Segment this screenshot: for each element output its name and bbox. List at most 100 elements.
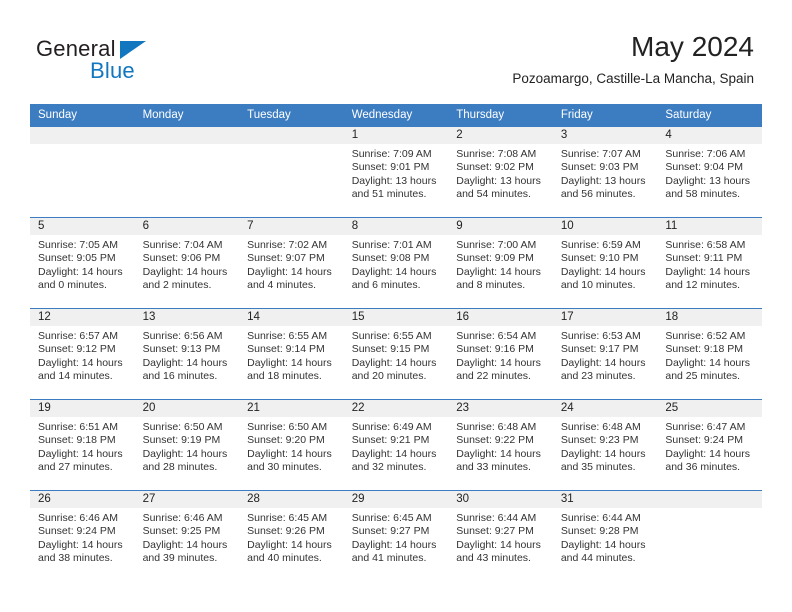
calendar-day-cell[interactable]: 29 Sunrise: 6:45 AM Sunset: 9:27 PM Dayligh…: [343, 490, 449, 581]
sunrise-text: Sunrise: 6:44 AM: [560, 512, 641, 524]
calendar-week-row: 19 Sunrise: 6:51 AM Sunset: 9:18 PM Dayligh…: [30, 399, 762, 491]
day-number: 17: [552, 309, 658, 326]
day-cell-inner: 25 Sunrise: 6:47 AM Sunset: 9:24 PM Dayligh…: [657, 400, 762, 490]
sunrise-text: Sunrise: 6:57 AM: [38, 330, 118, 342]
day-details: Sunrise: 6:50 AM Sunset: 9:19 PM Daylight:…: [135, 417, 240, 475]
calendar-day-cell[interactable]: 20 Sunrise: 6:50 AM Sunset: 9:19 PM Dayligh…: [134, 399, 240, 491]
day-cell-inner: 20 Sunrise: 6:50 AM Sunset: 9:19 PM Dayligh…: [134, 400, 240, 490]
calendar-day-cell[interactable]: 1 Sunrise: 7:09 AM Sunset: 9:01 PM Daylight…: [343, 126, 449, 218]
day-number: 15: [343, 309, 449, 326]
calendar-day-cell[interactable]: 19 Sunrise: 6:51 AM Sunset: 9:18 PM Dayligh…: [30, 399, 135, 491]
day-cell-inner: 23 Sunrise: 6:48 AM Sunset: 9:22 PM Dayligh…: [448, 400, 553, 490]
daylight-text-line1: Daylight: 14 hours: [38, 538, 123, 551]
sunrise-text: Sunrise: 6:52 AM: [665, 330, 746, 342]
calendar-day-cell[interactable]: 12 Sunrise: 6:57 AM Sunset: 9:12 PM Dayligh…: [30, 308, 135, 400]
day-number: [239, 127, 344, 144]
calendar-day-cell[interactable]: 16 Sunrise: 6:54 AM Sunset: 9:16 PM Dayligh…: [448, 308, 553, 400]
sunrise-text: Sunrise: 6:59 AM: [560, 239, 641, 251]
day-number: 21: [239, 400, 344, 417]
sunset-text: Sunset: 9:27 PM: [351, 525, 430, 538]
sunrise-text: Sunrise: 7:06 AM: [665, 148, 746, 160]
sunrise-text: Sunrise: 6:50 AM: [142, 421, 223, 433]
day-details: Sunrise: 6:52 AM Sunset: 9:18 PM Daylight:…: [657, 326, 762, 384]
daylight-text-line2: and 22 minutes.: [456, 370, 531, 383]
day-details: Sunrise: 7:02 AM Sunset: 9:07 PM Daylight:…: [239, 235, 344, 293]
logo-text-general: General: [36, 36, 116, 61]
calendar-day-cell[interactable]: 4 Sunrise: 7:06 AM Sunset: 9:04 PM Daylight…: [657, 126, 762, 218]
day-details: Sunrise: 7:05 AM Sunset: 9:05 PM Daylight:…: [30, 235, 135, 293]
daylight-text-line2: and 30 minutes.: [247, 461, 322, 474]
sunset-text: Sunset: 9:23 PM: [560, 434, 639, 447]
calendar-day-cell[interactable]: 26 Sunrise: 6:46 AM Sunset: 9:24 PM Dayligh…: [30, 490, 135, 581]
daylight-text-line1: Daylight: 14 hours: [38, 447, 123, 460]
day-number: 4: [657, 127, 762, 144]
day-number: 18: [657, 309, 762, 326]
calendar-day-cell[interactable]: 17 Sunrise: 6:53 AM Sunset: 9:17 PM Dayligh…: [552, 308, 658, 400]
weekday-header-thursday: Thursday: [448, 104, 553, 127]
day-cell-inner: 4 Sunrise: 7:06 AM Sunset: 9:04 PM Daylight…: [657, 127, 762, 217]
daylight-text-line1: Daylight: 14 hours: [456, 265, 541, 278]
calendar-body: 1 Sunrise: 7:09 AM Sunset: 9:01 PM Daylight…: [30, 126, 762, 581]
calendar-day-cell[interactable]: 27 Sunrise: 6:46 AM Sunset: 9:25 PM Dayligh…: [134, 490, 240, 581]
daylight-text-line2: and 16 minutes.: [142, 370, 218, 383]
calendar-day-cell[interactable]: 31 Sunrise: 6:44 AM Sunset: 9:28 PM Dayligh…: [552, 490, 658, 581]
sunrise-text: Sunrise: 6:55 AM: [247, 330, 328, 342]
daylight-text-line1: Daylight: 14 hours: [665, 356, 751, 369]
day-number: 6: [134, 218, 240, 235]
daylight-text-line2: and 2 minutes.: [142, 279, 212, 292]
weekday-header-row: Sunday Monday Tuesday Wednesday Thursday…: [30, 104, 762, 127]
calendar-day-cell[interactable]: 28 Sunrise: 6:45 AM Sunset: 9:26 PM Dayligh…: [239, 490, 344, 581]
daylight-text-line2: and 23 minutes.: [560, 370, 636, 383]
sunset-text: Sunset: 9:01 PM: [351, 161, 430, 174]
calendar-day-cell[interactable]: 9 Sunrise: 7:00 AM Sunset: 9:09 PM Daylight…: [448, 217, 553, 309]
calendar-day-cell[interactable]: 30 Sunrise: 6:44 AM Sunset: 9:27 PM Dayligh…: [448, 490, 553, 581]
daylight-text-line1: Daylight: 13 hours: [456, 174, 541, 187]
day-cell-inner: [134, 127, 240, 217]
sunset-text: Sunset: 9:05 PM: [38, 252, 116, 265]
calendar-day-cell[interactable]: 5 Sunrise: 7:05 AM Sunset: 9:05 PM Daylight…: [30, 217, 135, 309]
calendar-day-cell[interactable]: 22 Sunrise: 6:49 AM Sunset: 9:21 PM Dayligh…: [343, 399, 449, 491]
calendar-day-cell[interactable]: 7 Sunrise: 7:02 AM Sunset: 9:07 PM Daylight…: [239, 217, 344, 309]
calendar-day-cell[interactable]: 25 Sunrise: 6:47 AM Sunset: 9:24 PM Dayligh…: [657, 399, 762, 491]
sunrise-text: Sunrise: 7:04 AM: [142, 239, 223, 251]
day-details: Sunrise: 6:49 AM Sunset: 9:21 PM Daylight:…: [344, 417, 449, 475]
daylight-text-line1: Daylight: 14 hours: [142, 538, 228, 551]
calendar-day-cell[interactable]: 11 Sunrise: 6:58 AM Sunset: 9:11 PM Dayligh…: [657, 217, 762, 309]
page-title: May 2024: [631, 31, 754, 62]
calendar-day-cell[interactable]: 13 Sunrise: 6:56 AM Sunset: 9:13 PM Dayligh…: [134, 308, 240, 400]
calendar-day-cell[interactable]: 10 Sunrise: 6:59 AM Sunset: 9:10 PM Dayligh…: [552, 217, 658, 309]
calendar-day-cell[interactable]: 2 Sunrise: 7:08 AM Sunset: 9:02 PM Daylight…: [448, 126, 553, 218]
day-number: 28: [239, 491, 344, 508]
day-details: Sunrise: 7:04 AM Sunset: 9:06 PM Daylight:…: [135, 235, 240, 293]
sunset-text: Sunset: 9:19 PM: [142, 434, 221, 447]
sunrise-text: Sunrise: 7:07 AM: [560, 148, 641, 160]
daylight-text-line2: and 10 minutes.: [560, 279, 636, 292]
calendar-day-cell[interactable]: 15 Sunrise: 6:55 AM Sunset: 9:15 PM Dayligh…: [343, 308, 449, 400]
day-cell-inner: 11 Sunrise: 6:58 AM Sunset: 9:11 PM Dayligh…: [657, 218, 762, 308]
day-number: 31: [552, 491, 658, 508]
calendar-empty-cell: [134, 126, 240, 218]
calendar-day-cell[interactable]: 3 Sunrise: 7:07 AM Sunset: 9:03 PM Daylight…: [552, 126, 658, 218]
sunset-text: Sunset: 9:17 PM: [560, 343, 639, 356]
calendar-day-cell[interactable]: 23 Sunrise: 6:48 AM Sunset: 9:22 PM Dayligh…: [448, 399, 553, 491]
calendar-day-cell[interactable]: 6 Sunrise: 7:04 AM Sunset: 9:06 PM Daylight…: [134, 217, 240, 309]
calendar-day-cell[interactable]: 21 Sunrise: 6:50 AM Sunset: 9:20 PM Dayligh…: [239, 399, 344, 491]
day-details: Sunrise: 6:46 AM Sunset: 9:24 PM Daylight:…: [30, 508, 135, 566]
day-number: 11: [657, 218, 762, 235]
calendar-day-cell[interactable]: 18 Sunrise: 6:52 AM Sunset: 9:18 PM Dayligh…: [657, 308, 762, 400]
daylight-text-line1: Daylight: 14 hours: [142, 356, 228, 369]
day-details: Sunrise: 6:59 AM Sunset: 9:10 PM Daylight:…: [553, 235, 658, 293]
day-number: 2: [448, 127, 553, 144]
calendar-day-cell[interactable]: 8 Sunrise: 7:01 AM Sunset: 9:08 PM Daylight…: [343, 217, 449, 309]
daylight-text-line2: and 32 minutes.: [351, 461, 427, 474]
day-cell-inner: 27 Sunrise: 6:46 AM Sunset: 9:25 PM Dayligh…: [134, 491, 240, 581]
day-cell-inner: 17 Sunrise: 6:53 AM Sunset: 9:17 PM Dayligh…: [552, 309, 658, 399]
day-details: Sunrise: 7:00 AM Sunset: 9:09 PM Daylight:…: [448, 235, 553, 293]
day-cell-inner: 31 Sunrise: 6:44 AM Sunset: 9:28 PM Dayligh…: [552, 491, 658, 581]
calendar-day-cell[interactable]: 24 Sunrise: 6:48 AM Sunset: 9:23 PM Dayligh…: [552, 399, 658, 491]
day-cell-inner: 12 Sunrise: 6:57 AM Sunset: 9:12 PM Dayligh…: [30, 309, 135, 399]
day-cell-inner: 14 Sunrise: 6:55 AM Sunset: 9:14 PM Dayligh…: [239, 309, 344, 399]
calendar-day-cell[interactable]: 14 Sunrise: 6:55 AM Sunset: 9:14 PM Dayligh…: [239, 308, 344, 400]
daylight-text-line2: and 27 minutes.: [38, 461, 113, 474]
weekday-header-friday: Friday: [552, 104, 658, 127]
